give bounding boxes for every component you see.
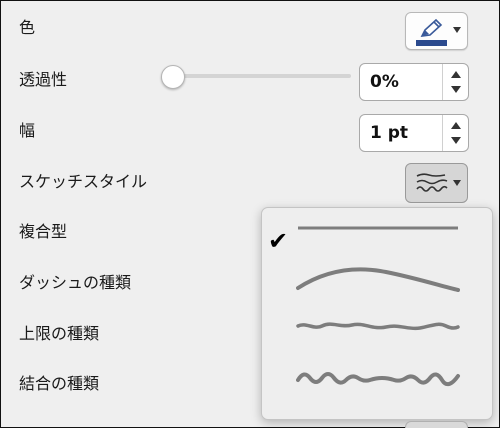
color-swatch	[416, 40, 447, 46]
compound-type-label: 複合型	[19, 222, 68, 241]
join-type-dropdown[interactable]	[405, 421, 468, 428]
transparency-slider-track[interactable]	[171, 74, 351, 78]
format-shape-panel: 色 透過性 幅 スケッチスタイル 複合型 ダッシュの種類 上限の種類 結合の種類…	[0, 0, 500, 428]
sketch-style-dropdown[interactable]	[405, 163, 468, 203]
chevron-down-icon	[453, 27, 461, 33]
width-label: 幅	[19, 121, 36, 140]
straight-line-icon	[298, 226, 458, 230]
transparency-field[interactable]: 0%	[359, 63, 469, 101]
freehand-line-icon	[296, 322, 460, 331]
color-picker-button[interactable]	[405, 12, 468, 50]
cap-type-label: 上限の種類	[19, 324, 100, 343]
sketch-option-straight[interactable]: ✔	[262, 208, 494, 256]
scribble-line-icon	[296, 372, 460, 387]
dash-type-label: ダッシュの種類	[19, 273, 132, 292]
join-type-label: 結合の種類	[19, 374, 100, 393]
stepper-down-icon[interactable]	[451, 137, 461, 144]
sketch-line-icon	[416, 173, 448, 192]
check-icon: ✔	[268, 227, 289, 255]
sketch-option-freehand[interactable]	[262, 308, 494, 356]
transparency-stepper[interactable]	[442, 64, 468, 100]
width-value: 1 pt	[370, 123, 409, 143]
sketch-option-scribble[interactable]	[262, 358, 494, 406]
pen-icon	[420, 18, 443, 37]
width-field[interactable]: 1 pt	[359, 114, 469, 152]
transparency-label: 透過性	[19, 70, 68, 89]
transparency-slider-thumb[interactable]	[161, 65, 185, 89]
stepper-down-icon[interactable]	[451, 86, 461, 93]
chevron-down-icon	[453, 180, 461, 186]
transparency-value: 0%	[370, 72, 399, 92]
sketch-option-curved[interactable]	[262, 258, 494, 306]
sketch-style-label: スケッチスタイル	[19, 172, 148, 191]
width-stepper[interactable]	[442, 115, 468, 151]
stepper-up-icon[interactable]	[451, 71, 461, 78]
curved-line-icon	[296, 267, 460, 292]
sketch-style-menu: ✔	[261, 207, 493, 420]
color-label: 色	[19, 18, 36, 37]
stepper-up-icon[interactable]	[451, 122, 461, 129]
